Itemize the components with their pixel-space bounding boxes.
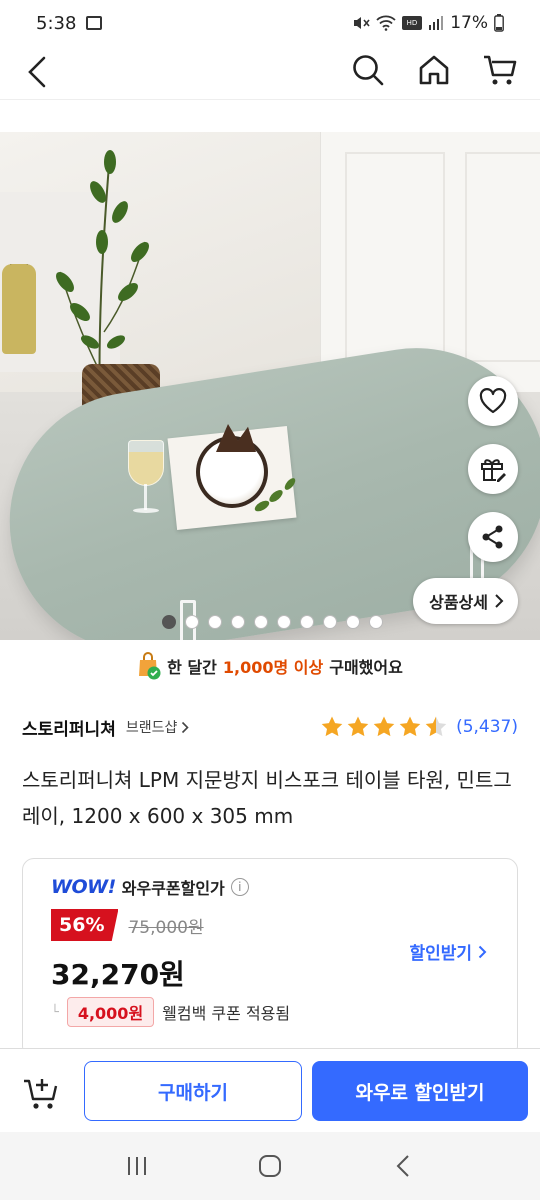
coupon-row: └ 4,000원 웰컴백 쿠폰 적용됨 (51, 997, 290, 1027)
brand-name[interactable]: 스토리퍼니쳐 (22, 715, 116, 740)
pagination-dot[interactable] (369, 615, 383, 629)
image-bottle (2, 264, 36, 354)
pagination-dot[interactable] (346, 615, 360, 629)
info-icon[interactable]: i (230, 878, 249, 896)
pagination-dot[interactable] (323, 615, 337, 629)
get-discount-link[interactable]: 할인받기 (409, 939, 487, 964)
coupon-applied-label: 웰컴백 쿠폰 적용됨 (162, 1004, 291, 1023)
product-detail-button[interactable]: 상품상세 (413, 578, 518, 624)
product-detail-label: 상품상세 (429, 593, 488, 612)
product-image-gallery[interactable] (0, 132, 540, 640)
discount-rate-badge: 56% (51, 909, 119, 941)
top-navigation-bar (0, 46, 540, 100)
status-bar: 5:38 HD 17% (0, 0, 540, 46)
star-icon (347, 716, 369, 737)
final-price: 32,270원 (51, 958, 185, 991)
wow-discount-button[interactable]: 와우로 할인받기 (312, 1061, 528, 1121)
pagination-dot[interactable] (277, 615, 291, 629)
status-icons: HD 17% (352, 13, 504, 33)
buyers-suffix: 구매했어요 (329, 658, 403, 677)
home-icon (419, 55, 449, 85)
wow-logo: WOW! (51, 876, 116, 898)
wow-coupon-row: WOW! 와우쿠폰할인가 i (51, 875, 249, 899)
coupon-amount-chip: 4,000원 (66, 997, 155, 1027)
pagination-dot[interactable] (254, 615, 268, 629)
home-system-button[interactable] (250, 1146, 290, 1186)
hd-voice-icon: HD (402, 16, 423, 30)
share-button[interactable] (468, 512, 518, 562)
branch-connector: └ (51, 1004, 59, 1020)
chevron-left-icon (396, 1155, 410, 1177)
signal-icon (429, 16, 444, 30)
get-discount-label: 할인받기 (409, 944, 472, 964)
pagination-dot[interactable] (208, 615, 222, 629)
image-glass-stem (144, 484, 147, 510)
image-wall-molding (465, 152, 540, 362)
svg-text:HD: HD (407, 19, 418, 27)
status-time: 5:38 (36, 12, 77, 34)
image-glass-base (133, 508, 159, 513)
pagination-dot[interactable] (300, 615, 314, 629)
brand-shop-link[interactable]: 브랜드샵 (126, 717, 190, 737)
chevron-right-icon (478, 945, 487, 958)
buyers-banner: 한 달간 1,000명 이상 구매했어요 (0, 646, 540, 686)
discount-row: 56% 75,000원 (51, 909, 204, 941)
search-button[interactable] (348, 50, 388, 90)
add-to-cart-icon (24, 1079, 58, 1109)
cart-icon (484, 55, 517, 85)
star-icon (321, 716, 343, 737)
battery-percent: 17% (450, 13, 488, 33)
system-navigation-bar (0, 1132, 540, 1200)
system-back-button[interactable] (383, 1146, 423, 1186)
seller-rating-row: 스토리퍼니쳐 브랜드샵 (5,437) (22, 712, 518, 742)
price-card: WOW! 와우쿠폰할인가 i 56% 75,000원 32,270원 할인받기 … (22, 858, 518, 1058)
original-price: 75,000원 (128, 917, 204, 938)
image-greenery (254, 478, 296, 512)
bottom-purchase-bar: 구매하기 와우로 할인받기 (0, 1048, 540, 1132)
wishlist-button[interactable] (468, 376, 518, 426)
gallery-notification-icon (86, 16, 103, 30)
gallery-pagination (162, 615, 383, 629)
chevron-right-icon (495, 594, 504, 608)
brand-shop-label: 브랜드샵 (125, 720, 178, 736)
star-icon (399, 716, 421, 737)
back-button[interactable] (18, 52, 58, 92)
pagination-dot[interactable] (185, 615, 199, 629)
chevron-left-icon (28, 56, 46, 88)
cart-button[interactable] (480, 50, 520, 90)
buy-now-button[interactable]: 구매하기 (84, 1061, 302, 1121)
half-star-icon (425, 716, 447, 737)
add-to-cart-button[interactable] (22, 1073, 62, 1113)
shopping-bag-check-icon (139, 652, 161, 680)
gift-button[interactable] (468, 444, 518, 494)
pagination-dot[interactable] (231, 615, 245, 629)
home-button[interactable] (414, 50, 454, 90)
image-wine-glass (128, 440, 164, 486)
search-icon (353, 55, 384, 86)
review-count[interactable]: (5,437) (456, 717, 518, 737)
pagination-dot[interactable] (162, 615, 176, 629)
recent-apps-button[interactable] (117, 1146, 157, 1186)
recent-apps-icon (127, 1157, 146, 1175)
star-icon (373, 716, 395, 737)
image-wall-molding (345, 152, 445, 362)
star-rating[interactable]: (5,437) (320, 715, 518, 739)
home-circle-icon (258, 1155, 281, 1177)
heart-icon (479, 388, 507, 414)
buyers-prefix: 한 달간 (167, 658, 217, 677)
buyers-count: 1,000명 이상 (222, 658, 324, 677)
chevron-right-icon (182, 721, 190, 733)
battery-icon (494, 14, 504, 32)
wifi-icon (376, 15, 396, 31)
product-title: 스토리퍼니쳐 LPM 지문방지 비스포크 테이블 타원, 민트그레이, 1200… (22, 768, 512, 828)
mute-icon (354, 17, 370, 29)
share-icon (482, 525, 503, 549)
wow-coupon-label: 와우쿠폰할인가 (121, 879, 225, 898)
gift-icon (481, 459, 506, 482)
